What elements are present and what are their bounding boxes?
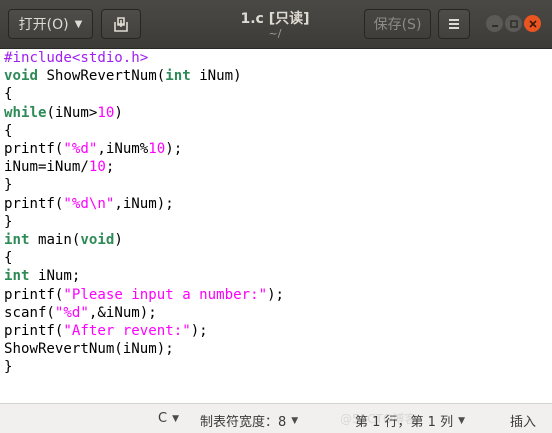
chevron-down-icon: ▼ [74,18,83,30]
code-token: ; [105,159,115,176]
code-token: ,iNum); [114,195,174,212]
code-line[interactable]: { [4,85,284,103]
code-line[interactable]: ShowRevertNum(iNum); [4,340,284,358]
chevron-down-icon: ▼ [458,415,465,426]
code-token: ,&iNum); [88,304,157,321]
code-token: iNum) [190,68,242,85]
code-token: } [4,359,13,376]
insert-mode-indicator: 插入 [510,415,537,430]
code-token: ) [114,232,123,249]
code-token: main( [29,232,81,249]
open-button[interactable]: 打开(O) ▼ [8,9,93,39]
code-token: ); [267,286,285,303]
code-line[interactable]: { [4,122,284,140]
code-token: scanf( [4,304,55,321]
code-token: "%d\n" [63,195,115,212]
code-line[interactable]: printf("After revent:"); [4,322,284,340]
code-line[interactable]: #include<stdio.h> [4,49,284,67]
code-line[interactable]: printf("%d",iNum%10); [4,140,284,158]
code-token: { [4,250,13,267]
code-token: void [80,232,115,249]
code-token: int [4,232,30,249]
code-token: ,iNum% [97,141,149,158]
status-bar: C ▼ 制表符宽度：8 ▼ @51CTO博客 第 1 行，第 1 列 ▼ 插入 [0,403,552,433]
language-label: C [158,411,168,426]
save-button[interactable]: 保存(S) [364,9,431,39]
code-line[interactable]: } [4,176,284,194]
close-icon [528,19,537,28]
code-token: "%d" [54,304,89,321]
code-token: ); [190,323,208,340]
open-button-label: 打开(O) [18,17,69,33]
code-token: int [165,68,191,85]
cursor-position-label: 第 1 行，第 1 列 [355,415,454,430]
code-token: printf( [4,141,64,158]
chevron-down-icon: ▼ [172,413,179,424]
menu-button[interactable] [438,9,470,39]
code-token: { [4,86,13,103]
code-line[interactable]: scanf("%d",&iNum); [4,304,284,322]
code-line[interactable]: int main(void) [4,231,284,249]
code-line[interactable]: int iNum; [4,267,284,285]
language-selector[interactable]: C ▼ [158,411,179,426]
code-token: (iNum> [46,104,98,121]
maximize-icon [509,19,518,28]
code-token: "Please input a number:" [63,286,268,303]
code-token: iNum; [29,268,81,285]
new-document-icon [114,16,128,32]
chevron-down-icon: ▼ [291,415,299,426]
code-line[interactable]: } [4,358,284,376]
code-token: ShowRevertNum(iNum); [4,341,174,358]
tab-width-label: 制表符宽度：8 [200,415,287,430]
code-line[interactable]: iNum=iNum/10; [4,158,284,176]
code-token: "After revent:" [63,323,191,340]
code-line[interactable]: } [4,213,284,231]
code-token: printf( [4,286,64,303]
code-token: } [4,213,13,230]
minimize-icon [491,24,498,27]
code-token: void [4,68,38,85]
window-subtitle: ~/ [268,27,282,40]
code-token: 10 [88,159,106,176]
code-line[interactable]: { [4,249,284,267]
code-token: #include<stdio.h> [4,50,149,66]
code-line[interactable]: while(iNum>10) [4,104,284,122]
code-token: 10 [148,141,166,158]
hamburger-menu-icon [449,19,459,29]
close-button[interactable] [524,15,541,32]
cursor-position[interactable]: 第 1 行，第 1 列 ▼ [355,411,465,430]
code-token: 10 [97,104,115,121]
new-document-button[interactable] [101,9,141,39]
minimize-button[interactable] [486,15,503,32]
header-bar: 打开(O) ▼ 1.c [只读] ~/ 保存(S) [0,0,552,49]
code-token: iNum=iNum/ [4,159,89,176]
tab-width-selector[interactable]: 制表符宽度：8 ▼ [200,411,298,430]
text-editor[interactable]: #include<stdio.h> void ShowRevertNum(int … [0,49,552,403]
maximize-button[interactable] [505,15,522,32]
code-line[interactable]: void ShowRevertNum(int iNum) [4,67,284,85]
code-token: "%d" [63,141,98,158]
code-token: { [4,122,13,139]
code-token: int [4,268,30,285]
code-token: printf( [4,195,64,212]
code-token: printf( [4,323,64,340]
code-token: } [4,177,13,194]
code-token: ) [114,104,123,121]
code-line[interactable]: printf("Please input a number:"); [4,286,284,304]
code-line[interactable]: printf("%d\n",iNum); [4,195,284,213]
code-token: ); [165,141,183,158]
gedit-window: 打开(O) ▼ 1.c [只读] ~/ 保存(S) #include<stdio… [0,0,552,433]
code-token: while [4,104,47,121]
code-view[interactable]: #include<stdio.h> void ShowRevertNum(int … [4,49,284,377]
code-token: ShowRevertNum( [37,68,166,85]
window-title: 1.c [只读] [240,11,310,27]
